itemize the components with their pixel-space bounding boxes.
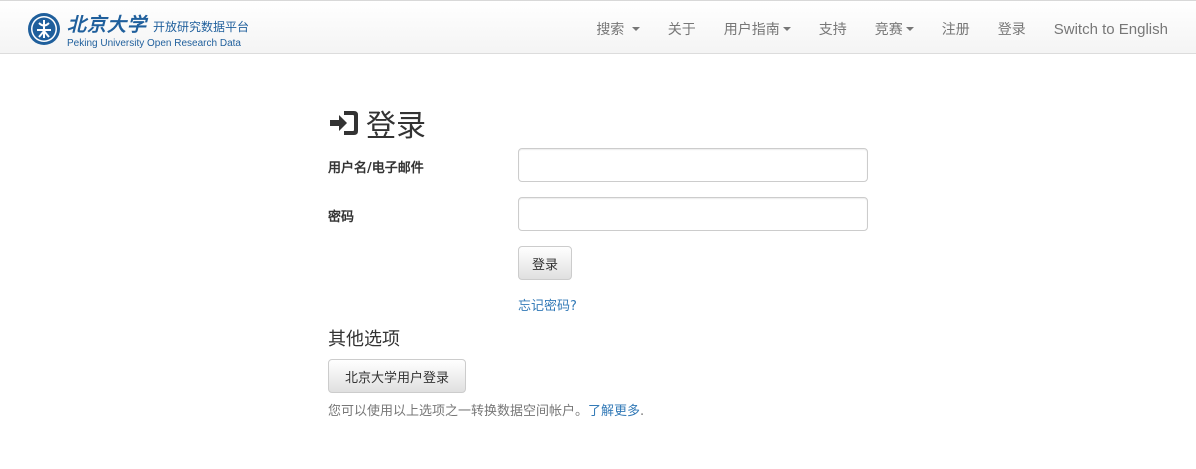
nav-register[interactable]: 注册 [928, 1, 984, 55]
nav-user-guide[interactable]: 用户指南 [710, 1, 805, 55]
learn-more-link[interactable]: 了解更多 [588, 404, 640, 419]
nav-support[interactable]: 支持 [805, 1, 861, 55]
username-input[interactable] [518, 148, 868, 182]
brand-subtitle-en: Peking University Open Research Data [67, 37, 241, 49]
brand-name-cn: 北京大学 [67, 13, 148, 36]
nav-competition[interactable]: 竞赛 [861, 1, 928, 55]
caret-down-icon [782, 27, 791, 31]
username-label: 用户名/电子邮件 [328, 161, 424, 176]
other-options-title: 其他选项 [328, 329, 400, 350]
forgot-password-link[interactable]: 忘记密码? [518, 295, 577, 314]
password-label: 密码 [328, 210, 355, 225]
pku-seal-icon [28, 13, 60, 45]
pku-login-button[interactable]: 北京大学用户登录 [328, 359, 466, 393]
caret-down-icon [905, 27, 914, 31]
login-submit-button[interactable]: 登录 [518, 246, 572, 280]
top-navbar: 北京大学 开放研究数据平台 Peking University Open Res… [0, 0, 1196, 54]
nav-about[interactable]: 关于 [654, 1, 710, 55]
page-header: 登录 [328, 101, 426, 145]
sign-in-icon [330, 111, 358, 135]
nav-search[interactable]: 搜索 [582, 1, 653, 55]
nav-login[interactable]: 登录 [984, 1, 1040, 55]
brand-logo[interactable]: 北京大学 开放研究数据平台 Peking University Open Res… [27, 11, 250, 49]
page-title: 登录 [366, 109, 426, 144]
nav-switch-language[interactable]: Switch to English [1040, 1, 1196, 55]
password-input[interactable] [518, 197, 868, 231]
brand-subtitle-cn: 开放研究数据平台 [153, 19, 250, 34]
help-text: 您可以使用以上选项之一转换数据空间帐户。了解更多. [328, 404, 645, 419]
caret-down-icon [631, 27, 640, 31]
main-nav: 搜索 关于 用户指南 支持 竞赛 注册 登录 Switch to English [582, 1, 1196, 55]
